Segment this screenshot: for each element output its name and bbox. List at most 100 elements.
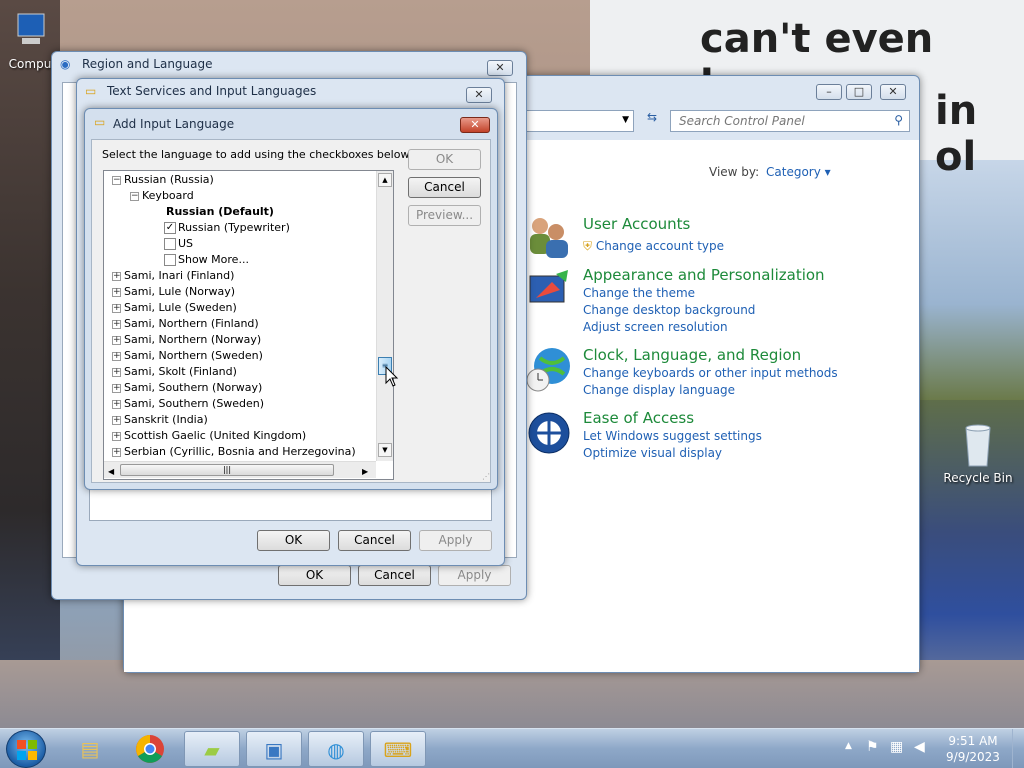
tree-node-language[interactable]: + Sami, Lule (Sweden) <box>112 300 237 316</box>
expand-icon[interactable]: + <box>112 415 121 425</box>
tree-node-language[interactable]: + Sami, Northern (Finland) <box>112 316 259 332</box>
taskbar-sticky-notes[interactable]: ▰ <box>184 731 240 767</box>
vertical-scrollbar[interactable]: ▲ ≡ ▼ <box>376 171 393 461</box>
add-input-ok-button[interactable]: OK <box>408 149 481 170</box>
expand-icon[interactable]: + <box>112 431 121 441</box>
tree-node-language[interactable]: + Scottish Gaelic (United Kingdom) <box>112 428 306 444</box>
close-button[interactable]: ✕ <box>880 84 906 100</box>
add-input-close-button[interactable]: ✕ <box>460 117 490 133</box>
expand-icon[interactable]: + <box>112 271 121 281</box>
category-user-accounts[interactable]: User Accounts <box>583 215 690 233</box>
taskbar-text-services[interactable]: ⌨ <box>370 731 426 767</box>
scroll-left-icon[interactable]: ◀ <box>108 464 114 479</box>
text-services-cancel-button[interactable]: Cancel <box>338 530 411 551</box>
horizontal-scroll-thumb[interactable]: ||| <box>120 464 334 476</box>
desktop-recycle-bin[interactable]: Recycle Bin <box>940 422 1016 485</box>
tree-node-language[interactable]: + Sami, Skolt (Finland) <box>112 364 237 380</box>
link-adjust-screen-resolution[interactable]: Adjust screen resolution <box>583 320 728 334</box>
tree-node-language[interactable]: + Serbian (Cyrillic, Bosnia and Herzegovi… <box>112 444 356 460</box>
view-by-dropdown[interactable]: Category ▾ <box>766 165 831 179</box>
address-dropdown-icon[interactable]: ▼ <box>622 115 629 125</box>
sticky-notes-icon: ▰ <box>204 738 220 762</box>
tree-node-language[interactable]: + Sami, Inari (Finland) <box>112 268 234 284</box>
link-change-display-language[interactable]: Change display language <box>583 383 735 397</box>
scroll-right-icon[interactable]: ▶ <box>362 464 368 479</box>
collapse-icon[interactable]: − <box>130 191 139 201</box>
tree-label: Russian (Typewriter) <box>178 221 290 234</box>
tree-node-language[interactable]: + Sami, Southern (Norway) <box>112 380 262 396</box>
text-services-ok-button[interactable]: OK <box>257 530 330 551</box>
user-accounts-icon[interactable] <box>526 214 572 263</box>
checkbox[interactable] <box>164 238 176 250</box>
add-input-title: Add Input Language <box>113 117 235 131</box>
horizontal-scrollbar[interactable]: ◀ ||| ▶ <box>104 461 376 478</box>
tree-node-language[interactable]: + Sami, Northern (Sweden) <box>112 348 263 364</box>
view-by-label: View by: <box>709 165 760 179</box>
tree-node-us[interactable]: US <box>164 236 193 252</box>
expand-icon[interactable]: + <box>112 335 121 345</box>
address-bar[interactable]: ▼ <box>524 110 634 132</box>
scroll-down-icon[interactable]: ▼ <box>378 443 392 457</box>
link-let-windows-suggest[interactable]: Let Windows suggest settings <box>583 429 762 443</box>
checkbox-checked[interactable]: ✓ <box>164 222 176 234</box>
region-close-button[interactable]: ✕ <box>487 60 513 76</box>
search-box[interactable]: Search Control Panel ⚲ <box>670 110 910 132</box>
show-hidden-icons[interactable]: ▲ <box>845 741 852 751</box>
appearance-icon[interactable] <box>526 268 572 317</box>
checkbox[interactable] <box>164 254 176 266</box>
expand-icon[interactable]: + <box>112 447 121 457</box>
taskbar-explorer[interactable]: ▤ <box>62 731 118 767</box>
clock[interactable]: 9:51 AM 9/9/2023 <box>940 733 1006 765</box>
tree-node-show-more[interactable]: Show More... <box>164 252 249 268</box>
add-input-cancel-button[interactable]: Cancel <box>408 177 481 198</box>
link-change-keyboards[interactable]: Change keyboards or other input methods <box>583 366 838 380</box>
category-clock-language-region[interactable]: Clock, Language, and Region <box>583 346 801 364</box>
tree-label: Sami, Lule (Norway) <box>124 285 236 298</box>
text-services-close-button[interactable]: ✕ <box>466 87 492 103</box>
expand-icon[interactable]: + <box>112 399 121 409</box>
maximize-button[interactable]: □ <box>846 84 872 100</box>
preview-button[interactable]: Preview... <box>408 205 481 226</box>
refresh-icon[interactable]: ⇆ <box>640 110 664 132</box>
action-center-icon[interactable]: ⚑ <box>866 739 879 755</box>
tree-node-language[interactable]: + Sami, Lule (Norway) <box>112 284 235 300</box>
category-ease-of-access[interactable]: Ease of Access <box>583 409 694 427</box>
tree-node-language[interactable]: + Sami, Northern (Norway) <box>112 332 261 348</box>
category-appearance[interactable]: Appearance and Personalization <box>583 266 825 284</box>
region-ok-button[interactable]: OK <box>278 565 351 586</box>
tree-node-russian-typewriter[interactable]: ✓ Russian (Typewriter) <box>164 220 290 236</box>
text-services-apply-button[interactable]: Apply <box>419 530 492 551</box>
language-tree[interactable]: − Russian (Russia) − Keyboard Russian (Def… <box>103 170 394 480</box>
tree-label: Sami, Lule (Sweden) <box>124 301 237 314</box>
tree-node-language[interactable]: + Sanskrit (India) <box>112 412 208 428</box>
ease-of-access-icon[interactable] <box>526 410 572 459</box>
expand-icon[interactable]: + <box>112 303 121 313</box>
expand-icon[interactable]: + <box>112 367 121 377</box>
expand-icon[interactable]: + <box>112 319 121 329</box>
collapse-icon[interactable]: − <box>112 175 121 185</box>
clock-globe-icon[interactable] <box>526 346 572 397</box>
taskbar-region-language[interactable]: ◍ <box>308 731 364 767</box>
taskbar-chrome[interactable] <box>122 731 178 767</box>
tree-node-russian-russia[interactable]: − Russian (Russia) <box>112 172 214 188</box>
expand-icon[interactable]: + <box>112 351 121 361</box>
expand-icon[interactable]: + <box>112 287 121 297</box>
region-apply-button[interactable]: Apply <box>438 565 511 586</box>
taskbar-control-panel[interactable]: ▣ <box>246 731 302 767</box>
region-cancel-button[interactable]: Cancel <box>358 565 431 586</box>
network-icon[interactable]: ▦ <box>890 739 903 755</box>
link-change-account-type[interactable]: ⛨ Change account type <box>583 239 724 254</box>
tree-node-language[interactable]: + Sami, Southern (Sweden) <box>112 396 264 412</box>
link-change-theme[interactable]: Change the theme <box>583 286 695 300</box>
start-button[interactable] <box>6 730 46 768</box>
link-change-desktop-background[interactable]: Change desktop background <box>583 303 755 317</box>
tree-node-keyboard[interactable]: − Keyboard <box>130 188 194 204</box>
expand-icon[interactable]: + <box>112 383 121 393</box>
scroll-up-icon[interactable]: ▲ <box>378 173 392 187</box>
link-optimize-visual-display[interactable]: Optimize visual display <box>583 446 722 460</box>
resize-grip-icon[interactable]: ⋰ <box>482 472 490 481</box>
minimize-button[interactable]: – <box>816 84 842 100</box>
show-desktop-button[interactable] <box>1012 729 1024 768</box>
volume-icon[interactable]: ◀ <box>914 739 925 755</box>
search-icon[interactable]: ⚲ <box>894 113 903 127</box>
